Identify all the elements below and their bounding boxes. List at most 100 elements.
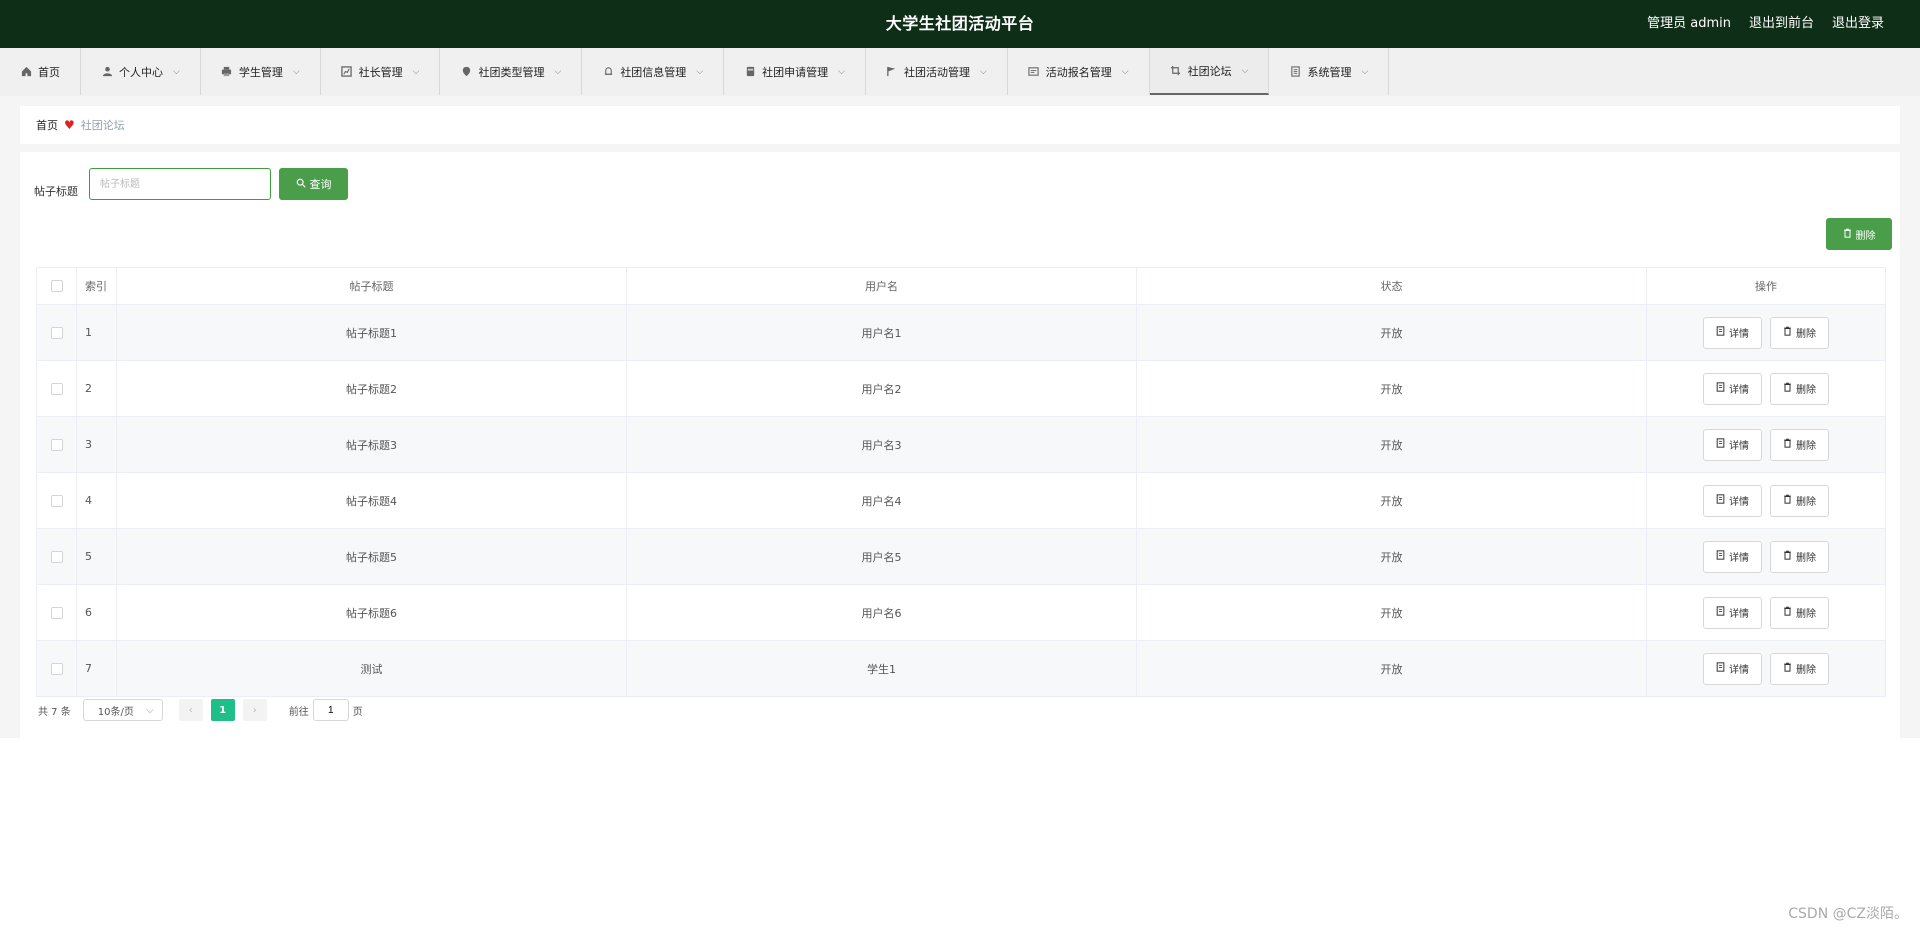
nav-item-system-mgmt[interactable]: 系统管理 ⌵ bbox=[1269, 48, 1390, 95]
detail-label: 详情 bbox=[1729, 609, 1749, 620]
admin-user-label[interactable]: 管理员 admin bbox=[1647, 0, 1731, 48]
document-icon bbox=[1716, 326, 1725, 339]
search-input[interactable] bbox=[89, 168, 271, 200]
chevron-down-icon: ⌵ bbox=[1241, 65, 1249, 76]
pin-icon bbox=[460, 66, 472, 78]
cell-status: 开放 bbox=[1137, 641, 1647, 696]
cell-ops: 详情 删除 bbox=[1647, 417, 1885, 472]
page-size-select[interactable]: 10条/页 ⌵ bbox=[82, 699, 163, 721]
detail-label: 详情 bbox=[1729, 553, 1749, 564]
header-title: 帖子标题 bbox=[117, 268, 627, 304]
page-number-current[interactable]: 1 bbox=[210, 699, 235, 721]
header-status: 状态 bbox=[1137, 268, 1647, 304]
detail-button[interactable]: 详情 bbox=[1703, 484, 1762, 517]
delete-label: 删除 bbox=[1796, 497, 1816, 508]
row-checkbox[interactable] bbox=[50, 438, 63, 451]
nav-item-club-info-mgmt[interactable]: 社团信息管理 ⌵ bbox=[582, 48, 725, 95]
detail-button[interactable]: 详情 bbox=[1703, 428, 1762, 461]
cell-user: 学生1 bbox=[627, 641, 1137, 696]
trash-icon bbox=[1783, 438, 1792, 451]
cell-title: 帖子标题4 bbox=[117, 473, 627, 528]
delete-button[interactable]: 删除 bbox=[1770, 316, 1829, 349]
cell-title: 帖子标题3 bbox=[117, 417, 627, 472]
row-checkbox[interactable] bbox=[50, 494, 63, 507]
delete-button[interactable]: 删除 bbox=[1770, 428, 1829, 461]
chevron-down-icon: ⌵ bbox=[146, 704, 154, 716]
delete-button[interactable]: 删除 bbox=[1770, 484, 1829, 517]
nav-item-student-mgmt[interactable]: 学生管理 ⌵ bbox=[201, 48, 321, 95]
table-header-row: 索引 帖子标题 用户名 状态 操作 bbox=[37, 268, 1885, 305]
trash-icon bbox=[1783, 382, 1792, 395]
nav-label: 社团类型管理 bbox=[478, 65, 545, 79]
nav-label: 社团信息管理 bbox=[620, 65, 687, 79]
cell-title: 帖子标题1 bbox=[117, 305, 627, 360]
chart-icon bbox=[341, 66, 353, 78]
cell-status: 开放 bbox=[1137, 529, 1647, 584]
chevron-down-icon: ⌵ bbox=[292, 66, 300, 77]
row-checkbox[interactable] bbox=[50, 662, 63, 675]
nav-label: 社团申请管理 bbox=[762, 65, 829, 79]
pagination-total: 共 7 条 bbox=[38, 706, 71, 718]
query-label: 查询 bbox=[309, 179, 332, 191]
delete-label: 删除 bbox=[1796, 385, 1816, 396]
detail-button[interactable]: 详情 bbox=[1703, 596, 1762, 629]
cell-index: 7 bbox=[77, 641, 117, 696]
next-page-button[interactable]: › bbox=[242, 699, 267, 721]
cell-user: 用户名4 bbox=[627, 473, 1137, 528]
trash-icon bbox=[1783, 606, 1792, 619]
cell-status: 开放 bbox=[1137, 361, 1647, 416]
row-checkbox[interactable] bbox=[50, 550, 63, 563]
nav-item-club-apply-mgmt[interactable]: 社团申请管理 ⌵ bbox=[724, 48, 866, 95]
delete-button[interactable]: 删除 bbox=[1770, 372, 1829, 405]
goto-page-input[interactable] bbox=[312, 699, 349, 721]
chevron-down-icon: ⌵ bbox=[554, 66, 562, 77]
trash-icon bbox=[1783, 326, 1792, 339]
nav-item-club-forum[interactable]: 社团论坛 ⌵ bbox=[1149, 48, 1270, 95]
delete-label: 删除 bbox=[1796, 441, 1816, 452]
row-checkbox[interactable] bbox=[50, 606, 63, 619]
logout-link[interactable]: 退出登录 bbox=[1832, 0, 1884, 48]
delete-button[interactable]: 删除 bbox=[1770, 540, 1829, 573]
trash-icon bbox=[1783, 550, 1792, 563]
page-suffix: 页 bbox=[352, 706, 363, 718]
nav-item-home[interactable]: 首页 bbox=[0, 48, 81, 95]
prev-page-button[interactable]: ‹ bbox=[178, 699, 203, 721]
delete-button[interactable]: 删除 bbox=[1770, 596, 1829, 629]
cell-index: 2 bbox=[77, 361, 117, 416]
delete-button[interactable]: 删除 bbox=[1770, 652, 1829, 685]
row-checkbox[interactable] bbox=[50, 326, 63, 339]
page-size-value: 10条/页 bbox=[97, 706, 134, 718]
cell-ops: 详情 删除 bbox=[1647, 473, 1885, 528]
cell-status: 开放 bbox=[1137, 585, 1647, 640]
nav-item-personal-center[interactable]: 个人中心 ⌵ bbox=[81, 48, 201, 95]
cell-title: 帖子标题2 bbox=[117, 361, 627, 416]
row-checkbox[interactable] bbox=[50, 382, 63, 395]
detail-button[interactable]: 详情 bbox=[1703, 316, 1762, 349]
cell-user: 用户名2 bbox=[627, 361, 1137, 416]
home-icon bbox=[20, 66, 32, 78]
printer-icon bbox=[221, 66, 233, 78]
nav-item-activity-signup-mgmt[interactable]: 活动报名管理 ⌵ bbox=[1008, 48, 1150, 95]
detail-button[interactable]: 详情 bbox=[1703, 540, 1762, 573]
nav-label: 个人中心 bbox=[119, 65, 163, 79]
detail-button[interactable]: 详情 bbox=[1703, 372, 1762, 405]
batch-delete-button[interactable]: 删除 bbox=[1826, 218, 1892, 250]
table-row: 7 测试 学生1 开放 详情 删除 bbox=[37, 641, 1885, 696]
nav-item-club-type-mgmt[interactable]: 社团类型管理 ⌵ bbox=[440, 48, 583, 95]
cell-ops: 详情 删除 bbox=[1647, 305, 1885, 360]
select-all-checkbox[interactable] bbox=[50, 280, 63, 292]
nav-item-president-mgmt[interactable]: 社长管理 ⌵ bbox=[321, 48, 441, 95]
chevron-down-icon: ⌵ bbox=[1361, 66, 1369, 77]
back-to-front-link[interactable]: 退出到前台 bbox=[1749, 0, 1814, 48]
cell-index: 1 bbox=[77, 305, 117, 360]
detail-button[interactable]: 详情 bbox=[1703, 652, 1762, 685]
nav-item-club-activity-mgmt[interactable]: 社团活动管理 ⌵ bbox=[866, 48, 1008, 95]
breadcrumb-home[interactable]: 首页 bbox=[36, 117, 58, 133]
cell-status: 开放 bbox=[1137, 305, 1647, 360]
detail-label: 详情 bbox=[1729, 441, 1749, 452]
card-icon bbox=[1028, 66, 1040, 78]
query-button[interactable]: 查询 bbox=[279, 168, 348, 200]
bell-icon bbox=[602, 66, 614, 78]
cell-ops: 详情 删除 bbox=[1647, 585, 1885, 640]
cell-index: 6 bbox=[77, 585, 117, 640]
